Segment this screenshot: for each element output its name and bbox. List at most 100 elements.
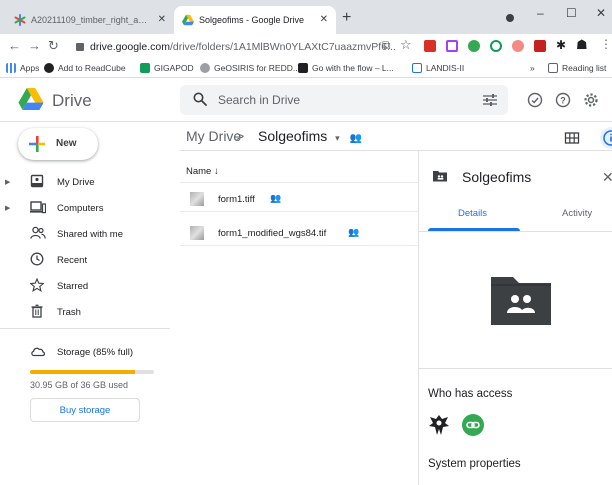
reload-icon[interactable]: ↻ [48, 39, 59, 53]
address-bar[interactable]: drive.google.com/drive/folders/1A1MlBWn0… [76, 38, 480, 56]
cloud-icon [30, 344, 46, 358]
chevron-down-icon[interactable]: ▾ [335, 133, 340, 143]
system-properties-heading: System properties [428, 458, 521, 470]
bookmark-landis[interactable]: LANDIS-II [412, 62, 464, 74]
drive-product-name[interactable]: Drive [52, 91, 92, 111]
recent-icon [30, 252, 44, 266]
sidebar-item-label: Starred [57, 281, 89, 292]
profile-avatar[interactable]: ☗ [576, 37, 588, 53]
new-button[interactable]: New [18, 128, 98, 160]
flow-icon [298, 63, 308, 73]
panel-tabs-divider [419, 231, 612, 232]
help-icon[interactable]: ? [555, 92, 571, 108]
my-drive-icon [30, 174, 44, 188]
shared-folder-preview-icon [489, 273, 553, 327]
sidebar-divider [0, 328, 170, 329]
settings-gear-icon[interactable] [583, 92, 599, 108]
tab-details[interactable]: Details [458, 208, 487, 219]
storage-progress-bar [30, 370, 154, 374]
tab-close-icon[interactable]: ✕ [320, 14, 328, 25]
forward-arrow-icon[interactable]: → [28, 39, 41, 53]
browser-tab-inactive[interactable]: A20211109_timber_right_acquisi ✕ [6, 6, 174, 34]
column-header-name[interactable]: Name ↓ [186, 166, 219, 177]
landis-icon [412, 63, 422, 73]
file-row[interactable]: form1_modified_wgs84.tif 👥 [180, 220, 418, 246]
bookmark-gigapod[interactable]: GIGAPOD [140, 62, 194, 74]
sidebar-item-my-drive[interactable]: ▶ My Drive [0, 172, 170, 192]
new-tab-button[interactable]: + [342, 10, 351, 26]
extension-green-icon[interactable] [468, 40, 480, 52]
readcube-icon [44, 63, 54, 73]
sidebar-item-trash[interactable]: Trash [0, 302, 170, 322]
tab-title: A20211109_timber_right_acquisi [31, 15, 149, 25]
browser-menu-icon[interactable]: ⋮ [600, 37, 612, 51]
share-page-icon[interactable]: ⧉ [382, 38, 391, 53]
extensions-puzzle-icon[interactable]: ✱ [556, 38, 566, 52]
lock-icon [76, 43, 84, 52]
extension-purple-icon[interactable] [446, 40, 458, 52]
sidebar-item-label: My Drive [57, 177, 95, 188]
tab-title: Solgeofims - Google Drive [199, 15, 305, 25]
panel-section-divider [419, 368, 612, 369]
bookmark-geosiris[interactable]: GeOSIRIS for REDD... [200, 62, 300, 74]
bookmark-readcube[interactable]: Add to ReadCube [44, 62, 126, 74]
sidebar-item-label: Recent [57, 255, 88, 266]
back-arrow-icon[interactable]: ← [8, 39, 21, 53]
tab-search-icon[interactable] [506, 14, 514, 22]
sidebar-item-storage[interactable]: Storage (85% full) [0, 342, 170, 362]
bookmark-apps[interactable]: Apps [6, 62, 39, 74]
grid-view-icon[interactable] [564, 130, 580, 146]
minimize-button[interactable]: – [537, 6, 544, 20]
bookmark-star-icon[interactable]: ☆ [400, 37, 412, 53]
close-panel-icon[interactable]: ✕ [602, 169, 612, 186]
address-host: drive.google.com [90, 41, 170, 53]
sidebar-item-computers[interactable]: ▶ Computers [0, 198, 170, 218]
tab-close-icon[interactable]: ✕ [158, 14, 166, 25]
offline-status-icon[interactable] [527, 92, 543, 108]
search-icon[interactable] [193, 92, 207, 106]
google-drive-logo-icon[interactable] [18, 88, 44, 110]
extension-darkred-icon[interactable] [534, 40, 546, 52]
breadcrumb-my-drive[interactable]: My Drive [186, 128, 241, 144]
expand-caret-icon[interactable]: ▶ [5, 178, 10, 186]
sidebar-item-recent[interactable]: Recent [0, 250, 170, 270]
apps-grid-icon [6, 63, 16, 73]
file-name: form1.tiff [218, 194, 255, 205]
search-input[interactable] [218, 93, 418, 107]
breadcrumb-current-folder[interactable]: Solgeofims ▾ 👥 [258, 128, 362, 144]
expand-caret-icon[interactable]: ▶ [5, 204, 10, 212]
extension-pin-icon[interactable] [490, 40, 502, 52]
file-row[interactable]: form1.tiff 👥 [180, 186, 418, 212]
reading-list-icon [548, 63, 558, 73]
buy-storage-button[interactable]: Buy storage [30, 398, 140, 422]
header-divider [180, 182, 418, 183]
storage-used-text: 30.95 GB of 36 GB used [30, 380, 129, 390]
bookmark-go-with-the-flow[interactable]: Go with the flow – L... [298, 62, 394, 74]
computers-icon [30, 200, 46, 214]
shared-with-me-icon [30, 226, 46, 240]
extension-pink-icon[interactable] [512, 40, 524, 52]
shared-people-icon: 👥 [348, 227, 360, 237]
plus-icon [28, 135, 46, 153]
extension-red-icon[interactable] [424, 40, 436, 52]
image-file-icon [190, 226, 204, 240]
close-window-button[interactable]: ✕ [596, 6, 606, 20]
shared-folder-icon [432, 168, 448, 184]
tab-activity[interactable]: Activity [562, 208, 592, 219]
browser-tab-active[interactable]: Solgeofims - Google Drive ✕ [174, 6, 336, 34]
details-info-icon[interactable] [600, 127, 612, 149]
bookmarks-overflow-button[interactable]: » [530, 62, 535, 74]
file-name: form1_modified_wgs84.tif [218, 228, 327, 239]
starred-icon [30, 278, 44, 292]
owner-avatar[interactable] [428, 414, 450, 436]
link-sharing-icon[interactable] [462, 414, 484, 436]
maximize-button[interactable]: ☐ [566, 6, 577, 20]
new-button-label: New [56, 138, 77, 149]
gigapod-icon [140, 63, 150, 73]
reading-list-button[interactable]: Reading list [548, 62, 606, 74]
details-panel-title: Solgeofims [462, 169, 532, 185]
sidebar-item-starred[interactable]: Starred [0, 276, 170, 296]
sidebar-item-shared-with-me[interactable]: Shared with me [0, 224, 170, 244]
google-drive-favicon-icon [182, 14, 194, 26]
search-options-icon[interactable] [482, 92, 498, 108]
